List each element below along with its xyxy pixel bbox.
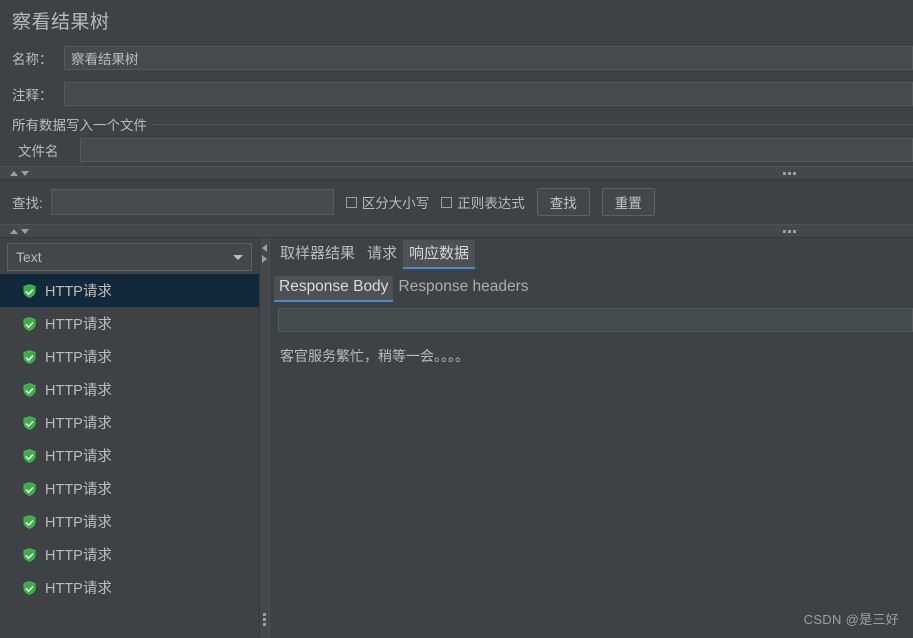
tree-row-label: HTTP请求: [45, 548, 112, 564]
tree-row[interactable]: HTTP请求: [0, 274, 259, 307]
find-input[interactable]: [50, 189, 334, 215]
group-divider-line: [153, 123, 913, 125]
status-success-shield-icon: [22, 316, 37, 332]
tree-row[interactable]: HTTP请求: [0, 340, 259, 373]
name-label: 名称：: [12, 52, 53, 67]
tree-row[interactable]: HTTP请求: [0, 571, 259, 604]
filename-row: 文件名: [8, 134, 913, 166]
collapse-up-icon[interactable]: [10, 228, 18, 234]
tab-请求[interactable]: 请求: [361, 240, 403, 269]
subtab-response-body[interactable]: Response Body: [274, 276, 394, 302]
window-titlebar: 察看结果树: [0, 0, 913, 40]
collapse-down-icon[interactable]: [21, 228, 29, 234]
tree-row-label: HTTP请求: [45, 317, 112, 333]
main-content: Text HTTP请求 HTTP请求 HTTP请求 HTTP请求 HTTP请求 HTTP请…: [0, 238, 913, 638]
reset-button[interactable]: 重置: [601, 188, 655, 216]
filename-input[interactable]: [80, 138, 913, 162]
case-sensitive-checkbox[interactable]: 区分大小写: [345, 192, 430, 212]
status-success-shield-icon: [22, 448, 37, 464]
tab-取样器结果[interactable]: 取样器结果: [274, 240, 361, 269]
status-success-shield-icon: [22, 580, 37, 596]
splitter-top[interactable]: [0, 166, 913, 180]
tree-row[interactable]: HTTP请求: [0, 406, 259, 439]
group-title-row: 所有数据写入一个文件: [8, 114, 913, 134]
collapse-right-icon[interactable]: [262, 255, 267, 263]
status-success-shield-icon: [22, 481, 37, 497]
tree-row-label: HTTP请求: [45, 284, 112, 300]
page-title: 察看结果树: [12, 11, 110, 33]
write-all-data-group: 所有数据写入一个文件 文件名: [8, 114, 913, 166]
tree-row-label: HTTP请求: [45, 515, 112, 531]
renderer-select[interactable]: Text: [7, 243, 252, 271]
find-button[interactable]: 查找: [536, 188, 590, 216]
watermark: CSDN @是三好: [803, 612, 899, 627]
name-input[interactable]: 察看结果树: [64, 46, 913, 70]
status-success-shield-icon: [22, 382, 37, 398]
find-bar: 查找: 区分大小写 正则表达式 查找 重置: [0, 180, 913, 224]
checkbox-box-icon[interactable]: [345, 196, 357, 208]
tab-响应数据[interactable]: 响应数据: [403, 240, 476, 269]
collapse-left-icon[interactable]: [262, 244, 267, 252]
group-title: 所有数据写入一个文件: [12, 118, 147, 133]
results-tree[interactable]: HTTP请求 HTTP请求 HTTP请求 HTTP请求 HTTP请求 HTTP请求 HTTP…: [0, 274, 259, 638]
status-success-shield-icon: [22, 514, 37, 530]
filename-label: 文件名: [18, 144, 59, 159]
result-detail-panel: 取样器结果 请求 响应数据 Response Body Response header…: [270, 238, 913, 638]
splitter-middle-grip-icon[interactable]: [783, 230, 796, 233]
name-row: 名称： 察看结果树: [0, 40, 913, 76]
results-tree-panel: Text HTTP请求 HTTP请求 HTTP请求 HTTP请求 HTTP请求 HTTP请…: [0, 238, 259, 638]
result-tree-window: 察看结果树 名称： 察看结果树 注释： 所有数据写入一个文件 文件名 查找: 区…: [0, 0, 913, 638]
form-area: 名称： 察看结果树 注释： 所有数据写入一个文件 文件名: [0, 40, 913, 166]
status-success-shield-icon: [22, 349, 37, 365]
subtab-response-headers[interactable]: Response headers: [393, 276, 533, 302]
response-body-text: 客官服务繁忙，稍等一会。。。。: [280, 348, 469, 364]
result-tabs: 取样器结果 请求 响应数据: [274, 238, 913, 269]
comment-label: 注释：: [12, 88, 53, 103]
collapse-down-icon[interactable]: [21, 170, 29, 176]
tree-row-label: HTTP请求: [45, 350, 112, 366]
splitter-top-grip-icon[interactable]: [783, 172, 796, 175]
collapse-up-icon[interactable]: [10, 170, 18, 176]
comment-row: 注释：: [0, 76, 913, 112]
renderer-select-value: Text: [16, 249, 42, 265]
tree-row-label: HTTP请求: [45, 482, 112, 498]
response-search-input[interactable]: [278, 308, 913, 332]
splitter-middle[interactable]: [0, 224, 913, 238]
case-sensitive-label: 区分大小写: [361, 196, 430, 211]
tree-row[interactable]: HTTP请求: [0, 439, 259, 472]
tree-row[interactable]: HTTP请求: [0, 472, 259, 505]
regex-label: 正则表达式: [457, 196, 525, 211]
tree-row-label: HTTP请求: [45, 581, 112, 597]
status-success-shield-icon: [22, 547, 37, 563]
chevron-down-icon[interactable]: [233, 254, 243, 260]
tree-row-label: HTTP请求: [45, 383, 112, 399]
tree-row[interactable]: HTTP请求: [0, 505, 259, 538]
status-success-shield-icon: [22, 415, 37, 431]
response-subtabs: Response Body Response headers: [274, 273, 913, 302]
vertical-splitter-arrows[interactable]: [262, 244, 267, 263]
splitter-top-arrows[interactable]: [10, 170, 29, 176]
splitter-middle-arrows[interactable]: [10, 228, 29, 234]
vertical-splitter[interactable]: [259, 238, 270, 638]
tree-row[interactable]: HTTP请求: [0, 538, 259, 571]
regex-checkbox[interactable]: 正则表达式: [441, 192, 525, 212]
find-label: 查找:: [12, 196, 43, 211]
tree-row[interactable]: HTTP请求: [0, 307, 259, 340]
vertical-splitter-grip-icon[interactable]: [263, 613, 266, 626]
status-success-shield-icon: [22, 283, 37, 299]
tree-row[interactable]: HTTP请求: [0, 373, 259, 406]
comment-input[interactable]: [64, 82, 913, 106]
tree-row-label: HTTP请求: [45, 449, 112, 465]
checkbox-box-icon[interactable]: [441, 196, 453, 208]
tree-row-label: HTTP请求: [45, 416, 112, 432]
